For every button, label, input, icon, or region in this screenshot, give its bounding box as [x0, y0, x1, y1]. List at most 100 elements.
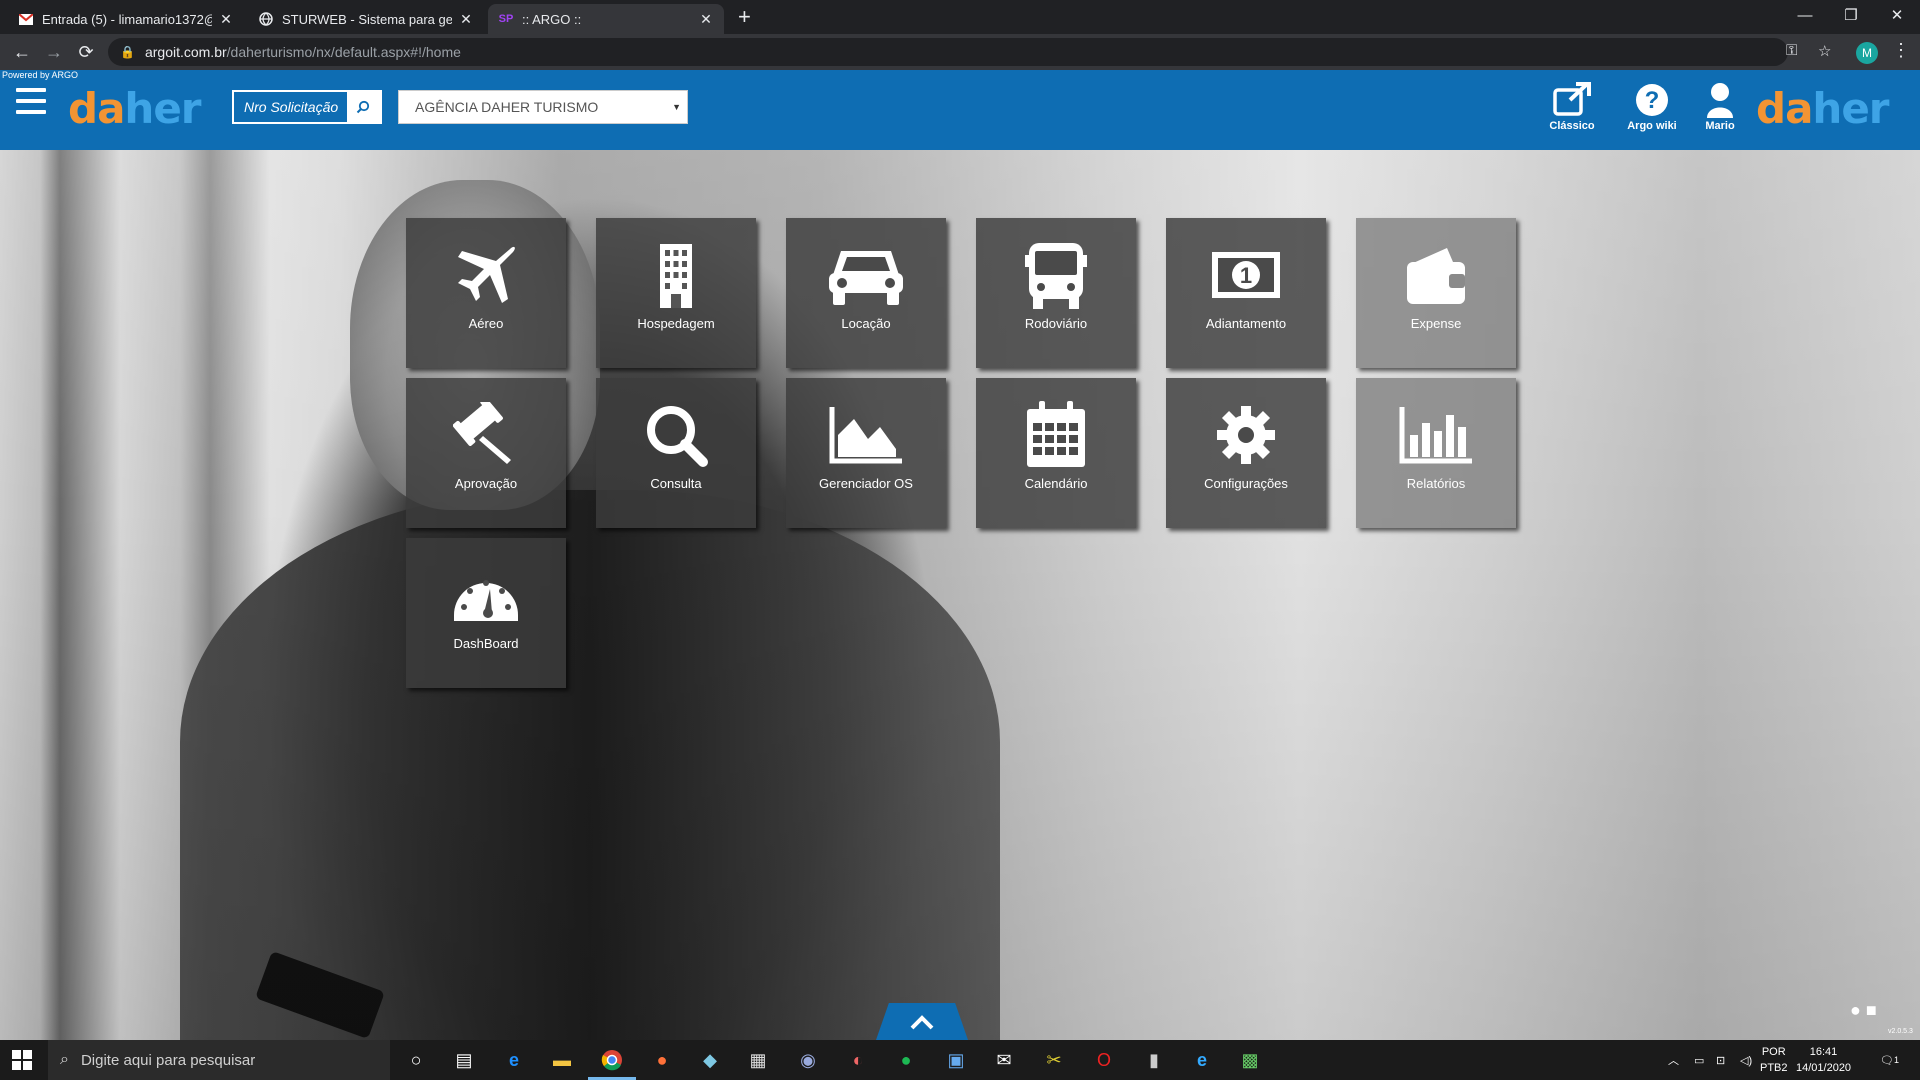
tile-label: Locação [841, 316, 891, 331]
phone-in-hand [255, 950, 385, 1040]
reload-button[interactable]: ⟳ [74, 40, 98, 64]
argo-wiki-button[interactable]: ? Argo wiki [1622, 80, 1682, 132]
tile-expense[interactable]: Expense [1356, 218, 1516, 368]
restore-button[interactable]: ❐ [1828, 0, 1874, 30]
tile-label: DashBoard [453, 636, 519, 651]
tab-sturweb[interactable]: STURWEB - Sistema para gerenci ✕ [248, 4, 484, 34]
tray-expand-icon[interactable]: ︿ [1668, 1040, 1679, 1080]
opera-icon[interactable]: O [1092, 1048, 1116, 1072]
url-host: argoit.com.br [144, 44, 227, 60]
tile-label: Rodoviário [1024, 316, 1088, 331]
user-name-label: Mario [1705, 120, 1735, 132]
background-photo [0, 150, 1920, 1040]
close-icon[interactable]: ✕ [458, 11, 474, 28]
tile-calendario[interactable]: Calendário [976, 378, 1136, 528]
close-icon[interactable]: ✕ [218, 11, 234, 28]
forward-button[interactable]: → [42, 40, 66, 64]
tools-icon[interactable]: ✂ [1042, 1048, 1066, 1072]
volume-icon[interactable]: ◁) [1740, 1040, 1752, 1080]
edge-icon[interactable]: e [502, 1048, 526, 1072]
version-label: v2.0.5.3 [1888, 1028, 1913, 1035]
tile-gerenciador-os[interactable]: Gerenciador OS [786, 378, 946, 528]
tile-label: Hospedagem [637, 316, 715, 331]
apple-icon[interactable]: ● [1850, 1000, 1861, 1020]
tile-adiantamento[interactable]: 1 Adiantamento [1166, 218, 1326, 368]
mobile-app-icons[interactable]: ● ■ [1850, 1000, 1877, 1021]
mail-icon[interactable]: ✉ [992, 1048, 1016, 1072]
windows-taskbar: ⌕ Digite aqui para pesquisar ○ ▤ e ▬ ● ◆… [0, 1040, 1920, 1080]
classic-button[interactable]: Clássico [1542, 80, 1602, 132]
android-icon[interactable]: ■ [1866, 1000, 1877, 1020]
app-icon[interactable]: ▣ [944, 1048, 968, 1072]
tile-label: Gerenciador OS [819, 476, 913, 491]
profile-avatar[interactable]: M [1856, 42, 1878, 64]
tile-relatorios[interactable]: Relatórios [1356, 378, 1516, 528]
building-icon [626, 240, 726, 310]
search-button[interactable] [346, 92, 380, 122]
app-icon[interactable]: ◐ [846, 1048, 870, 1072]
tab-title: Entrada (5) - limamario1372@gm [42, 11, 212, 27]
tile-hospedagem[interactable]: Hospedagem [596, 218, 756, 368]
app-icon[interactable]: ◉ [796, 1048, 820, 1072]
wallet-icon [1386, 240, 1486, 310]
tile-label: Aprovação [454, 476, 518, 491]
close-window-button[interactable]: ✕ [1874, 0, 1920, 30]
address-bar[interactable]: 🔒 argoit.com.br /daherturismo/nx/default… [108, 38, 1788, 66]
back-button[interactable]: ← [10, 40, 34, 64]
new-tab-button[interactable]: + [738, 6, 751, 28]
tile-dashboard[interactable]: DashBoard [406, 538, 566, 688]
chrome-icon[interactable] [588, 1048, 636, 1080]
tile-label: Adiantamento [1205, 316, 1287, 331]
tile-label: Consulta [650, 476, 702, 491]
spotify-icon[interactable]: ● [894, 1048, 918, 1072]
app-icon[interactable]: ▩ [1238, 1048, 1262, 1072]
app-icon[interactable]: ◆ [698, 1048, 722, 1072]
task-view-icon[interactable]: ▤ [452, 1048, 476, 1072]
lock-icon: 🔒 [120, 45, 135, 59]
minimize-button[interactable]: — [1782, 0, 1828, 30]
tab-gmail[interactable]: Entrada (5) - limamario1372@gm ✕ [8, 4, 244, 34]
system-clock[interactable]: 16:41 14/01/2020 [1796, 1044, 1851, 1076]
app-icon[interactable]: ▮ [1142, 1048, 1166, 1072]
classic-label: Clássico [1549, 120, 1595, 132]
gear-icon [1196, 400, 1296, 470]
user-menu-button[interactable]: Mario [1690, 80, 1750, 132]
file-explorer-icon[interactable]: ▬ [550, 1048, 574, 1072]
help-icon: ? [1622, 80, 1682, 120]
request-number-input[interactable]: Nro Solicitação [234, 92, 347, 122]
menu-dots-icon[interactable]: ⋮ [1892, 40, 1910, 61]
tile-configuracoes[interactable]: Configurações [1166, 378, 1326, 528]
star-icon[interactable]: ☆ [1818, 42, 1831, 60]
tile-aprovacao[interactable]: Aprovação [406, 378, 566, 528]
agency-select[interactable]: AGÊNCIA DAHER TURISMO ▼ [398, 90, 688, 124]
cortana-icon[interactable]: ○ [404, 1048, 428, 1072]
daher-logo[interactable]: daher [68, 84, 202, 133]
hamburger-menu-icon[interactable] [16, 88, 46, 114]
dashboard-icon [436, 560, 536, 630]
calculator-icon[interactable]: ▦ [746, 1048, 770, 1072]
svg-text:1: 1 [1240, 263, 1252, 288]
powered-by-label: Powered by ARGO [2, 70, 79, 80]
key-icon[interactable]: ⚿ [1786, 42, 1797, 59]
gavel-icon [436, 400, 536, 470]
chevron-up-icon [910, 1014, 934, 1029]
battery-icon[interactable]: ▭ [1694, 1040, 1704, 1080]
airplane-icon [436, 240, 536, 310]
tile-consulta[interactable]: Consulta [596, 378, 756, 528]
area-chart-icon [816, 400, 916, 470]
tile-label: Expense [1410, 316, 1462, 331]
close-icon[interactable]: ✕ [698, 11, 714, 28]
tile-locacao[interactable]: Locação [786, 218, 946, 368]
windows-start-icon[interactable] [12, 1050, 32, 1070]
internet-explorer-icon[interactable]: e [1190, 1048, 1214, 1072]
language-indicator[interactable]: POR PTB2 [1760, 1044, 1788, 1076]
taskbar-search[interactable]: ⌕ Digite aqui para pesquisar [48, 1040, 390, 1080]
tile-label: Relatórios [1406, 476, 1466, 491]
tile-rodoviario[interactable]: Rodoviário [976, 218, 1136, 368]
scroll-up-button[interactable] [876, 1003, 968, 1040]
tab-argo[interactable]: SP :: ARGO :: ✕ [488, 4, 724, 34]
network-icon[interactable]: ⊡ [1716, 1040, 1725, 1080]
tile-aereo[interactable]: Aéreo [406, 218, 566, 368]
notifications-icon[interactable]: 🗨 1 [1880, 1040, 1899, 1080]
firefox-icon[interactable]: ● [650, 1048, 674, 1072]
